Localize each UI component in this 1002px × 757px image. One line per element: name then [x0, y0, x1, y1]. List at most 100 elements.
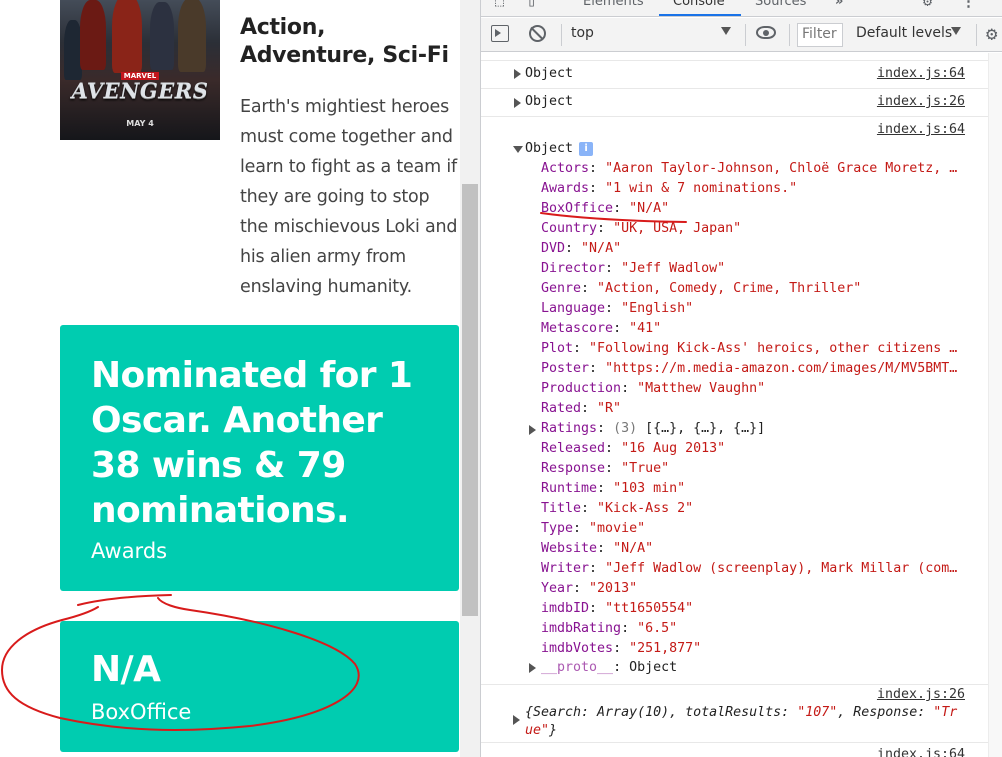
object-property[interactable]: Actors: "Aaron Taylor-Johnson, Chloë Gra… [541, 161, 971, 176]
context-selector[interactable]: top [571, 25, 731, 45]
expand-triangle-icon[interactable] [529, 425, 536, 435]
eye-icon[interactable] [756, 26, 776, 39]
object-property[interactable]: imdbRating: "6.5" [541, 621, 971, 636]
gear-icon[interactable]: ⚙ [923, 0, 932, 10]
expand-triangle-icon[interactable] [514, 69, 521, 79]
inspect-element-icon[interactable]: ⬚ [495, 0, 504, 10]
tab-console[interactable]: Console [673, 0, 725, 9]
object-label[interactable]: Object [525, 66, 573, 81]
source-link[interactable]: index.js:64 [877, 747, 965, 757]
device-toolbar-icon[interactable]: ▯ [527, 0, 536, 10]
object-property[interactable]: Metascore: "41" [541, 321, 971, 336]
source-link[interactable]: index.js:64 [877, 66, 965, 81]
object-property[interactable]: Awards: "1 win & 7 nominations." [541, 181, 971, 196]
property-key: Production [541, 381, 622, 396]
object-header-label: Object [525, 141, 574, 156]
search-result-line2[interactable]: ue"} [525, 723, 557, 738]
object-property[interactable]: Production: "Matthew Vaughn" [541, 381, 971, 396]
object-property[interactable]: Genre: "Action, Comedy, Crime, Thriller" [541, 281, 971, 296]
object-property[interactable]: BoxOffice: "N/A" [541, 201, 971, 216]
search-result-line1[interactable]: {Search: Array(10), totalResults: "107",… [525, 705, 957, 720]
property-value: "Action, Comedy, Crime, Thriller" [597, 281, 862, 296]
console-settings-icon[interactable]: ⚙ [986, 23, 997, 45]
source-link[interactable]: index.js:26 [877, 94, 965, 109]
more-tabs-button[interactable]: » [835, 0, 843, 9]
object-property[interactable]: Response: "True" [541, 461, 971, 476]
object-property[interactable]: Type: "movie" [541, 521, 971, 536]
boxoffice-label: BoxOffice [91, 700, 192, 724]
object-property[interactable]: Director: "Jeff Wadlow" [541, 261, 971, 276]
property-value: "Kick-Ass 2" [597, 501, 694, 516]
boxoffice-value: N/A [91, 649, 161, 690]
source-link[interactable]: index.js:64 [877, 122, 965, 137]
object-property[interactable]: Title: "Kick-Ass 2" [541, 501, 971, 516]
response-value-start: "Tr [933, 705, 958, 720]
object-label[interactable]: Object [525, 94, 573, 109]
chevron-down-icon[interactable] [721, 27, 731, 35]
object-property[interactable]: Runtime: "103 min" [541, 481, 971, 496]
property-value: "Jeff Wadlow" [621, 261, 726, 276]
sidebar-toggle-icon[interactable] [491, 25, 509, 42]
expand-triangle-icon[interactable] [514, 98, 521, 108]
property-key: Genre [541, 281, 582, 296]
property-value: "1 win & 7 nominations." [605, 181, 798, 196]
chevron-down-icon[interactable] [951, 27, 961, 35]
property-key: imdbID [541, 601, 590, 616]
boxoffice-card: N/A BoxOffice [60, 621, 459, 752]
filter-input[interactable]: Filter [797, 23, 843, 47]
property-value: "English" [621, 301, 694, 316]
console-toolbar: top Filter Default levels ⚙ [481, 18, 1002, 52]
object-property[interactable]: Language: "English" [541, 301, 971, 316]
property-value: "N/A" [629, 201, 670, 216]
movie-poster-image: MARVEL AVENGERS MAY 4 [60, 0, 220, 140]
object-property[interactable]: Poster: "https://m.media-amazon.com/imag… [541, 361, 971, 376]
object-property[interactable]: Website: "N/A" [541, 541, 971, 556]
property-value: "251,877" [629, 641, 702, 656]
property-count: (3) [613, 421, 638, 436]
object-property[interactable]: Year: "2013" [541, 581, 971, 596]
console-scrollbar[interactable] [988, 53, 1002, 757]
object-property[interactable]: imdbID: "tt1650554" [541, 601, 971, 616]
object-property[interactable]: Ratings: (3) [{…}, {…}, {…}] [529, 421, 971, 436]
kebab-menu-icon[interactable]: ⋮ [961, 0, 976, 10]
object-property[interactable]: Country: "UK, USA, Japan" [541, 221, 971, 236]
source-link[interactable]: index.js:26 [877, 687, 965, 702]
devtools-panel: ⬚ ▯ Elements Console Sources » ⚙ ⋮ top F… [480, 0, 1002, 757]
tab-elements[interactable]: Elements [583, 0, 644, 9]
object-property[interactable]: DVD: "N/A" [541, 241, 971, 256]
expand-triangle-icon[interactable] [513, 715, 520, 725]
object-header[interactable]: Object i [525, 141, 594, 156]
clear-console-icon[interactable] [529, 25, 546, 42]
devtools-tabbar: ⬚ ▯ Elements Console Sources » ⚙ ⋮ [481, 0, 1002, 17]
object-property[interactable]: imdbVotes: "251,877" [541, 641, 971, 656]
console-message-expanded[interactable]: index.js:64 Object i Actors: "Aaron Taylo… [481, 116, 1002, 684]
object-property[interactable]: Plot: "Following Kick-Ass' heroics, othe… [541, 341, 971, 356]
property-value: "6.5" [637, 621, 678, 636]
property-key: Plot [541, 341, 574, 356]
object-property[interactable]: Writer: "Jeff Wadlow (screenplay), Mark … [541, 561, 971, 576]
object-property[interactable]: Rated: "R" [541, 401, 971, 416]
property-key: Released [541, 441, 606, 456]
property-value: "R" [597, 401, 622, 416]
property-value: "2013" [589, 581, 638, 596]
console-message[interactable]: index.js:64 [481, 742, 1002, 757]
console-message[interactable]: Object index.js:26 [481, 88, 1002, 116]
property-value: "N/A" [613, 541, 654, 556]
property-key: Actors [541, 161, 590, 176]
page-scrollbar[interactable] [460, 0, 480, 757]
page-scroll-thumb[interactable] [462, 184, 478, 616]
proto-key: __proto__ [541, 660, 614, 675]
movie-genre: Action, Adventure, Sci-Fi [240, 15, 449, 68]
poster-title: AVENGERS [71, 78, 209, 103]
console-message[interactable]: Object index.js:64 [481, 60, 1002, 88]
tab-sources[interactable]: Sources [755, 0, 806, 9]
log-levels-dropdown[interactable]: Default levels [856, 25, 952, 41]
collapse-triangle-icon[interactable] [513, 146, 523, 153]
proto-entry[interactable]: __proto__: Object [541, 660, 677, 675]
property-value: "True" [621, 461, 670, 476]
console-message[interactable]: index.js:26 {Search: Array(10), totalRes… [481, 684, 1002, 742]
expand-triangle-icon[interactable] [529, 663, 536, 673]
object-property[interactable]: Released: "16 Aug 2013" [541, 441, 971, 456]
info-icon[interactable]: i [579, 142, 594, 156]
property-key: Type [541, 521, 574, 536]
